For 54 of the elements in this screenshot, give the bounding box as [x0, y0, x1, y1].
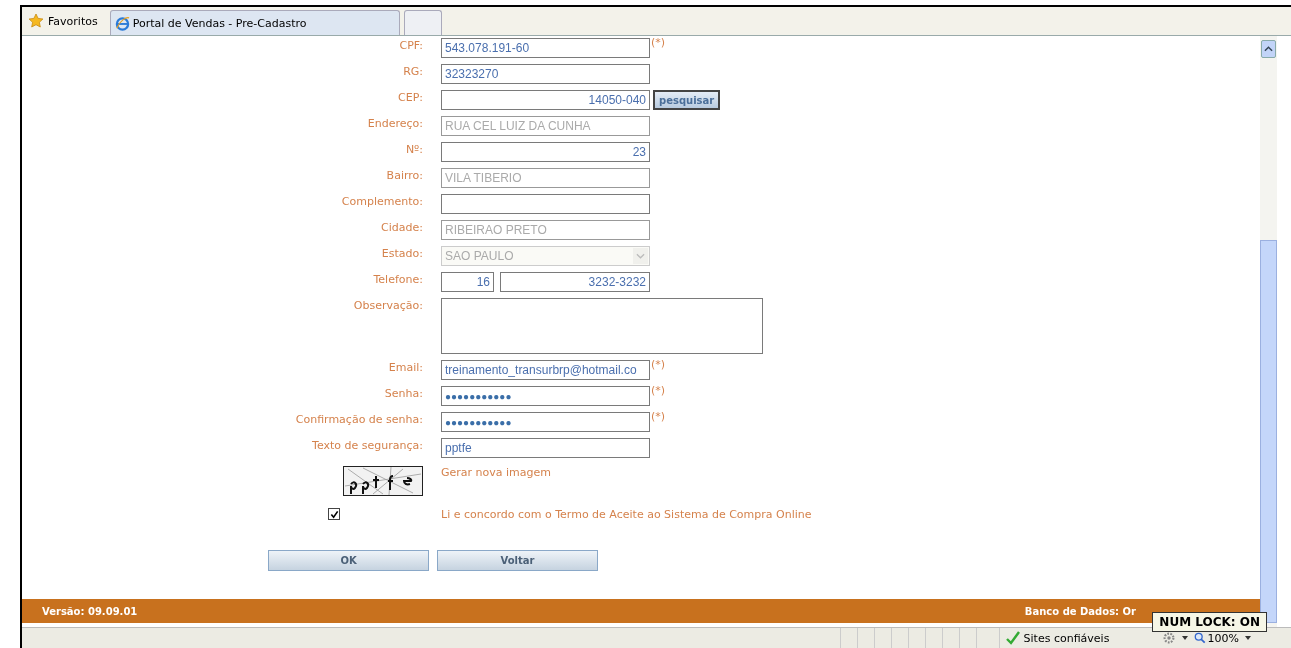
field-label: Endereço: — [366, 117, 423, 130]
field-label: Observação: — [352, 299, 423, 312]
input-field[interactable] — [441, 194, 650, 214]
field-label: Cidade: — [380, 221, 423, 234]
zoom-button[interactable]: 100% — [1193, 631, 1239, 645]
search-button[interactable]: pesquisar — [653, 90, 721, 110]
input-field[interactable]: 23 — [441, 142, 650, 162]
browser-tab[interactable]: Portal de Vendas - Pre-Cadastro — [109, 10, 400, 35]
favorites-button[interactable]: Favoritos — [24, 9, 106, 33]
scroll-up-icon — [1264, 46, 1273, 52]
textarea-field[interactable] — [441, 298, 763, 354]
field-label: CEP: — [397, 91, 423, 104]
field-label: Nº: — [404, 143, 423, 156]
field-label: Texto de segurança: — [311, 439, 423, 452]
chevron-down-icon — [633, 248, 648, 264]
field-label: Confirmação de senha: — [294, 413, 423, 426]
scrollbar[interactable] — [1260, 36, 1277, 627]
star-icon — [28, 13, 44, 29]
checkmark-icon — [1005, 631, 1020, 645]
required-mark: (*) — [651, 36, 666, 49]
required-mark: (*) — [651, 384, 666, 397]
input-field[interactable]: 32323270 — [441, 64, 650, 84]
num-lock-tooltip: NUM LOCK: ON — [1152, 612, 1267, 632]
field-label: Telefone: — [372, 273, 423, 286]
caret-icon[interactable] — [1245, 636, 1251, 640]
caret-icon[interactable] — [1181, 636, 1188, 640]
input-field[interactable]: treinamento_transurbrp@hotmail.co — [441, 360, 650, 380]
password-field[interactable]: ●●●●●●●●●●● — [441, 386, 650, 406]
version-text: Versão: 09.09.01 — [42, 605, 138, 617]
required-mark: (*) — [651, 358, 666, 371]
field-label: Complemento: — [340, 195, 423, 208]
area-code-field[interactable]: 16 — [441, 272, 494, 292]
field-label: Estado: — [380, 247, 423, 260]
terms-checkbox[interactable] — [328, 508, 340, 520]
input-field[interactable]: pptfe — [441, 438, 650, 458]
favorites-label: Favoritos — [48, 14, 98, 28]
database-text: Banco de Dados: Or — [1024, 605, 1136, 617]
field-label: RG: — [402, 65, 423, 78]
phone-field[interactable]: 3232-3232 — [500, 272, 650, 292]
security-zone-text: Sites confiáveis — [1023, 631, 1110, 645]
form-button[interactable]: OK — [268, 550, 429, 571]
terms-label: Li e concordo com o Termo de Aceite ao Sistema de Compra Online — [441, 508, 812, 521]
magnifier-icon — [1193, 632, 1206, 644]
input-field[interactable]: 543.078.191-60 — [441, 38, 650, 58]
field-label: Email: — [387, 361, 423, 374]
regenerate-image-link[interactable]: Gerar nova imagem — [441, 466, 551, 479]
field-label: Bairro: — [385, 169, 423, 182]
field-label: Senha: — [383, 387, 423, 400]
input-field[interactable]: 14050-040 — [441, 90, 650, 110]
field-label: CPF: — [398, 39, 423, 52]
password-field[interactable]: ●●●●●●●●●●● — [441, 412, 650, 432]
required-mark: (*) — [651, 410, 666, 423]
browser-logo-icon — [114, 15, 130, 31]
form-button[interactable]: Voltar — [437, 550, 598, 571]
